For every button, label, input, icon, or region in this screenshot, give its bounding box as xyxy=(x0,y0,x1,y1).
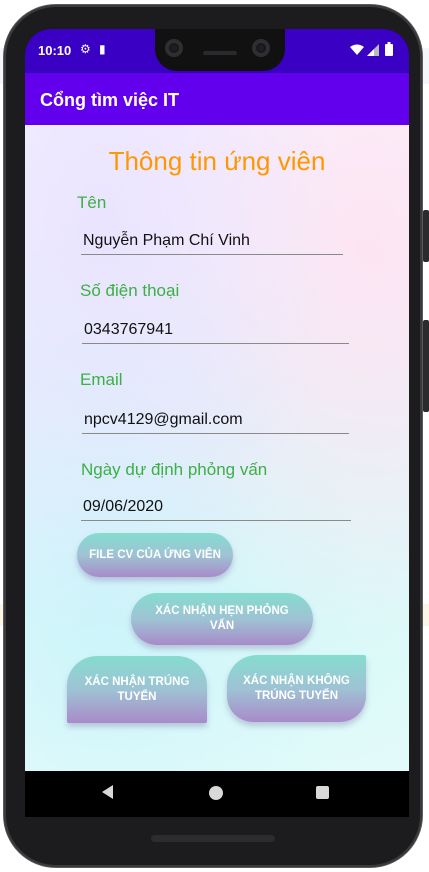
status-bar: 10:10 ⚙ ▮ xyxy=(25,29,409,73)
home-icon[interactable] xyxy=(209,786,223,800)
name-field[interactable]: Nguyễn Phạm Chí Vinh xyxy=(81,231,343,255)
confirm-interview-button[interactable]: XÁC NHẬN HẸN PHỎNG VẤN xyxy=(131,593,313,645)
name-label: Tên xyxy=(77,193,107,212)
bottom-speaker xyxy=(151,835,275,842)
form-title: Thông tin ứng viên xyxy=(108,146,326,176)
sim-card-icon: ▮ xyxy=(99,42,106,56)
app-title: Cổng tìm việc IT xyxy=(40,90,180,110)
email-label: Email xyxy=(80,370,123,389)
confirm-not-hired-button[interactable]: XÁC NHẬN KHÔNG TRÚNG TUYỂN xyxy=(227,655,366,722)
volume-button xyxy=(423,320,429,412)
cv-file-button[interactable]: FILE CV CỦA ỨNG VIÊN xyxy=(77,533,233,577)
wifi-icon xyxy=(350,44,364,55)
email-field[interactable]: npcv4129@gmail.com xyxy=(82,410,349,434)
app-bar: Cổng tìm việc IT xyxy=(25,73,409,125)
battery-icon xyxy=(385,42,393,56)
back-icon[interactable] xyxy=(102,785,113,799)
front-camera-icon xyxy=(252,39,270,57)
phone-label: Số điện thoại xyxy=(80,281,180,300)
candidate-info-form: Thông tin ứng viên Tên Nguyễn Phạm Chí V… xyxy=(25,125,409,771)
gear-icon: ⚙ xyxy=(80,42,91,56)
interview-date-label: Ngày dự định phỏng vấn xyxy=(81,460,268,479)
earpiece xyxy=(203,51,237,55)
interview-date-field[interactable]: 09/06/2020 xyxy=(81,497,351,521)
confirm-hired-button[interactable]: XÁC NHẬN TRÚNG TUYỂN xyxy=(67,656,207,723)
power-button xyxy=(423,210,429,262)
front-camera-icon xyxy=(165,39,183,57)
camera-notch xyxy=(155,29,285,71)
navigation-bar xyxy=(25,771,409,817)
signal-icon xyxy=(367,44,379,56)
phone-frame: 10:10 ⚙ ▮ Cổng tìm việc IT Thông tin ứng… xyxy=(4,5,429,867)
recent-apps-icon[interactable] xyxy=(316,786,329,799)
phone-field[interactable]: 0343767941 xyxy=(82,320,349,344)
status-time: 10:10 xyxy=(38,43,72,58)
phone-screen: 10:10 ⚙ ▮ Cổng tìm việc IT Thông tin ứng… xyxy=(25,29,409,817)
